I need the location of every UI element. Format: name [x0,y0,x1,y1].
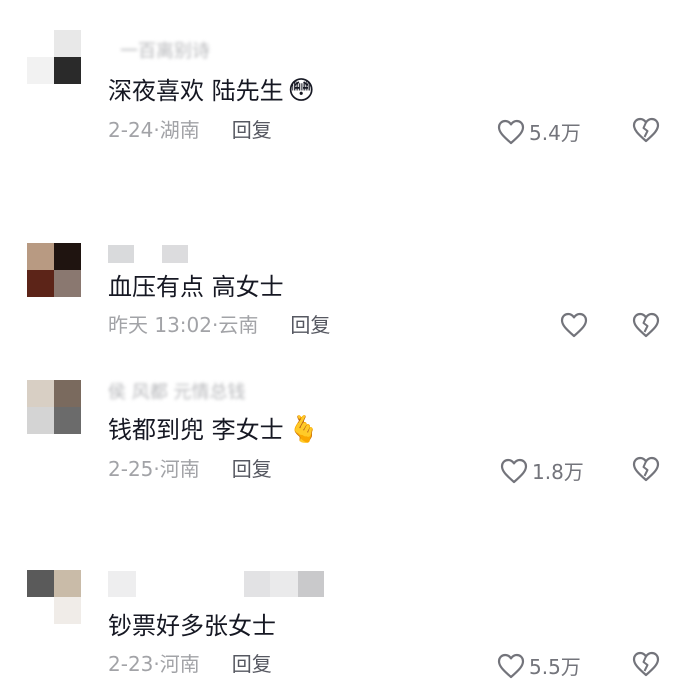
like-count: 1.8万 [532,460,584,484]
broken-heart-icon [632,651,660,677]
comment-meta: 2-24 · 湖南 回复 [108,117,272,143]
reply-button[interactable]: 回复 [232,117,272,143]
comment-text: 钱都到兜 李女士 🫰 [108,415,320,445]
finger-heart-emoji: 🫰 [287,415,321,445]
comment-date: 2-24 [108,118,154,142]
broken-heart-icon [632,312,660,338]
dislike-button[interactable] [632,312,660,342]
avatar[interactable] [27,570,81,624]
flushed-emoji: 😳 [287,76,315,106]
username[interactable] [108,245,188,263]
username[interactable]: 一百离别诗 [120,42,210,62]
broken-heart-icon [632,117,660,143]
comment-text: 钞票好多张女士 [108,611,276,641]
comment-location: 云南 [218,313,259,337]
reply-button[interactable]: 回复 [232,651,272,677]
avatar[interactable] [27,243,81,297]
comment-text-content: 血压有点 高女士 [108,273,284,301]
avatar[interactable] [27,380,81,434]
comment-location: 湖南 [159,118,200,142]
comment-text-content: 钱都到兜 李女士 [108,416,284,444]
username[interactable] [108,571,324,597]
broken-heart-icon [632,456,660,482]
comment-date: 2-23 [108,652,154,676]
dislike-button[interactable] [632,117,660,147]
comment-text: 深夜喜欢 陆先生 😳 [108,76,315,106]
heart-outline-icon [497,119,525,144]
like-count: 5.5万 [529,655,581,679]
like-button[interactable]: 1.8万 [500,456,584,485]
dislike-button[interactable] [632,651,660,681]
reply-button[interactable]: 回复 [232,456,272,482]
heart-outline-icon [500,458,528,483]
comment-meta: 2-25 · 河南 回复 [108,456,272,482]
like-button[interactable]: 5.4万 [497,117,581,146]
reply-button[interactable]: 回复 [290,312,330,338]
comment-meta: 昨天 13:02 · 云南 回复 [108,312,330,338]
heart-outline-icon [560,312,588,338]
dislike-button[interactable] [632,456,660,486]
comment-location: 河南 [159,652,200,676]
comment-text-content: 钞票好多张女士 [108,612,276,640]
username[interactable]: 侯 风都 元情总钱 [108,383,245,403]
comment-date: 2-25 [108,457,154,481]
comment-text: 血压有点 高女士 [108,272,284,302]
like-count: 5.4万 [529,121,581,145]
like-button[interactable]: 5.5万 [497,651,581,680]
comment-meta: 2-23 · 河南 回复 [108,651,272,677]
heart-outline-icon [497,653,525,678]
comment-location: 河南 [159,457,200,481]
avatar[interactable] [27,30,81,84]
comment-date: 昨天 13:02 [108,313,212,337]
like-button[interactable] [560,312,588,338]
comment-text-content: 深夜喜欢 陆先生 [108,77,284,105]
